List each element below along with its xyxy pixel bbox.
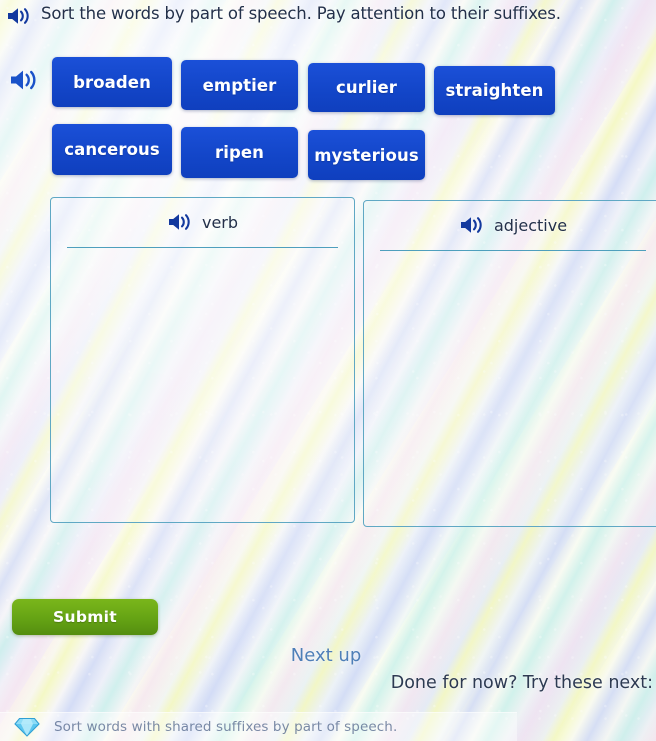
recommendation-text: Sort words with shared suffixes by part …	[54, 719, 398, 735]
word-tile[interactable]: ripen	[181, 127, 298, 178]
word-tile[interactable]: curlier	[308, 63, 425, 112]
speaker-icon[interactable]	[9, 68, 39, 92]
next-up-heading: Next up	[290, 645, 362, 666]
dropzone-adjective[interactable]: adjective	[363, 200, 656, 527]
dropzone-divider	[380, 250, 646, 251]
diamond-gem-icon	[14, 716, 40, 738]
speaker-icon[interactable]	[167, 212, 193, 232]
dropzone-label: verb	[201, 212, 239, 232]
dropzone-label: adjective	[493, 215, 568, 235]
word-tile-label: mysterious	[314, 145, 419, 165]
next-up-subtitle: Done for now? Try these next:	[390, 673, 653, 693]
dropzone-verb[interactable]: verb	[50, 197, 355, 523]
speaker-icon[interactable]	[459, 215, 485, 235]
exercise-stage: Sort the words by part of speech. Pay at…	[0, 0, 656, 741]
word-tile[interactable]: cancerous	[52, 124, 172, 175]
recommendation-bar[interactable]: Sort words with shared suffixes by part …	[0, 712, 517, 741]
prompt-row: Sort the words by part of speech. Pay at…	[6, 3, 654, 26]
word-tile-label: curlier	[335, 78, 397, 97]
word-tile[interactable]: emptier	[181, 60, 298, 110]
word-tile-label: broaden	[73, 72, 151, 92]
word-tile-label: straighten	[445, 81, 544, 100]
speaker-icon[interactable]	[6, 6, 32, 26]
word-tile[interactable]: mysterious	[308, 130, 425, 180]
dropzone-header: verb	[51, 212, 354, 232]
word-tile[interactable]: broaden	[52, 57, 172, 107]
word-tile[interactable]: straighten	[434, 66, 555, 115]
prompt-text: Sort the words by part of speech. Pay at…	[41, 4, 561, 23]
submit-button[interactable]: Submit	[12, 599, 158, 635]
word-tile-label: emptier	[202, 75, 277, 95]
dropzone-divider	[67, 247, 338, 248]
word-tile-label: cancerous	[64, 140, 160, 159]
word-tile-label: ripen	[214, 143, 265, 162]
dropzone-header: adjective	[364, 215, 656, 235]
